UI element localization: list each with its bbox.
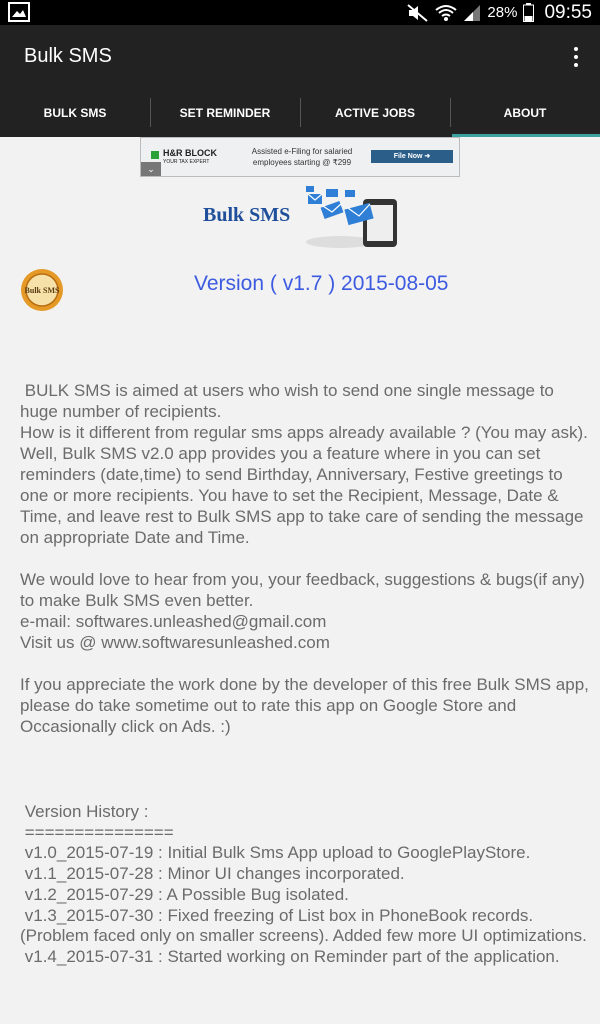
battery-icon (523, 3, 535, 22)
ad-banner[interactable]: H&R BLOCK YOUR TAX EXPERT Assisted e-Fil… (140, 137, 460, 177)
signal-icon (464, 4, 481, 21)
svg-text:Bulk SMS: Bulk SMS (25, 286, 60, 295)
version-label: Version ( v1.7 ) 2015-08-05 (194, 272, 449, 295)
tab-bulk-sms[interactable]: BULK SMS (0, 88, 150, 137)
chevron-down-icon[interactable]: ⌄ (141, 162, 161, 176)
app-logo-text: Bulk SMS (203, 204, 291, 226)
tab-active-jobs[interactable]: ACTIVE JOBS (300, 88, 450, 137)
ad-logo-icon (151, 151, 159, 159)
phone-messages-icon (306, 186, 397, 248)
about-description: BULK SMS is aimed at users who wish to s… (20, 381, 589, 736)
tab-bar: BULK SMS SET REMINDER ACTIVE JOBS ABOUT (0, 88, 600, 137)
tab-about[interactable]: ABOUT (450, 88, 600, 137)
wifi-icon (435, 4, 458, 21)
app-title: Bulk SMS (24, 45, 112, 67)
bulk-sms-badge-icon: Bulk SMS (21, 269, 63, 311)
mute-icon (407, 3, 429, 22)
ad-file-now-button[interactable]: File Now ➜ (371, 150, 453, 163)
ad-text: Assisted e-Filing for salaried employees… (251, 147, 353, 167)
clock: 09:55 (544, 1, 592, 23)
status-bar: 28% 09:55 (0, 0, 600, 25)
more-vert-icon[interactable] (570, 45, 582, 69)
app-bar: Bulk SMS (0, 25, 600, 88)
battery-percent: 28% (487, 4, 518, 21)
tab-set-reminder[interactable]: SET REMINDER (150, 88, 300, 137)
gallery-icon (8, 2, 30, 22)
ad-brand: H&R BLOCK YOUR TAX EXPERT (163, 148, 217, 166)
version-history: Version History : =============== v1.0_2… (20, 802, 587, 966)
